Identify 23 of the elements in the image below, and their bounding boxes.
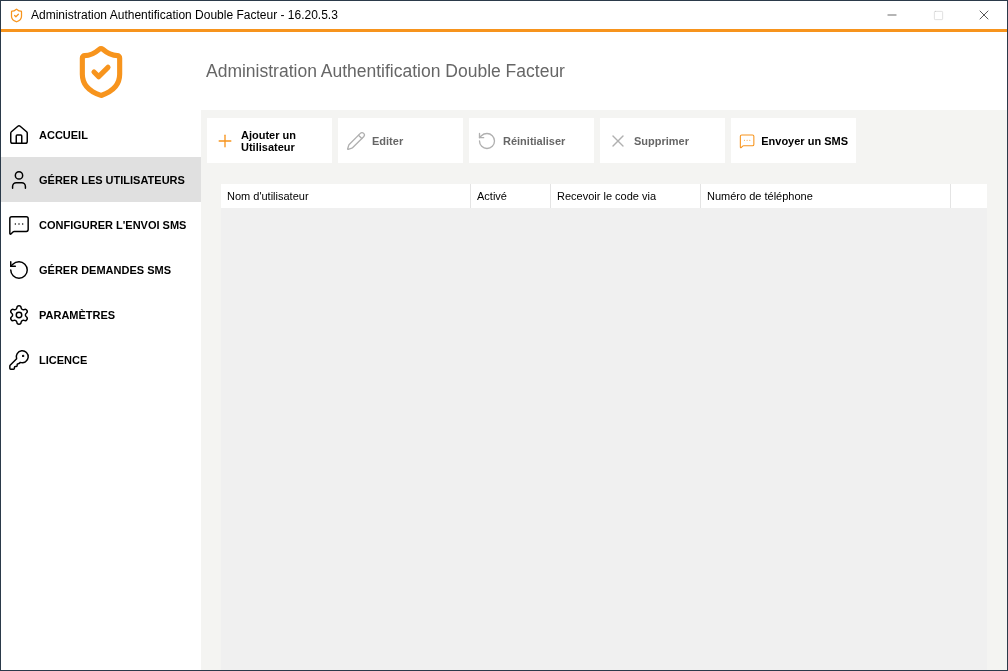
chat-bubble-icon	[8, 213, 30, 236]
page-title: Administration Authentification Double Facteur	[205, 59, 566, 83]
column-header[interactable]: Nom d'utilisateur	[221, 184, 471, 208]
column-header[interactable]: Numéro de téléphone	[701, 184, 951, 208]
sidebar-item[interactable]: LICENCE	[1, 337, 201, 382]
settings-icon	[8, 303, 30, 326]
window-title: Administration Authentification Double Facteur - 16.20.5.3	[31, 8, 339, 22]
sidebar-item[interactable]: GÉRER LES UTILISATEURS	[1, 157, 201, 202]
maximize-button[interactable]	[932, 9, 944, 21]
toolbar-button[interactable]: Ajouter un Utilisateur	[207, 118, 332, 163]
sidebar-item[interactable]: PARAMÈTRES	[1, 292, 201, 337]
column-header[interactable]: Activé	[471, 184, 551, 208]
undo-arrow-icon	[477, 130, 497, 151]
sidebar-item[interactable]: GÉRER DEMANDES SMS	[1, 247, 201, 292]
key-icon	[8, 348, 30, 371]
pencil-icon	[346, 130, 366, 151]
sidebar-item[interactable]: CONFIGURER L'ENVOI SMS	[1, 202, 201, 247]
column-header[interactable]: Recevoir le code via	[551, 184, 701, 208]
undo-arrow-icon	[8, 258, 30, 281]
toolbar-button[interactable]: Envoyer un SMS	[731, 118, 856, 163]
home-icon	[8, 123, 30, 146]
sidebar-item[interactable]: ACCUEIL	[1, 112, 201, 157]
shield-check-icon	[9, 7, 24, 23]
